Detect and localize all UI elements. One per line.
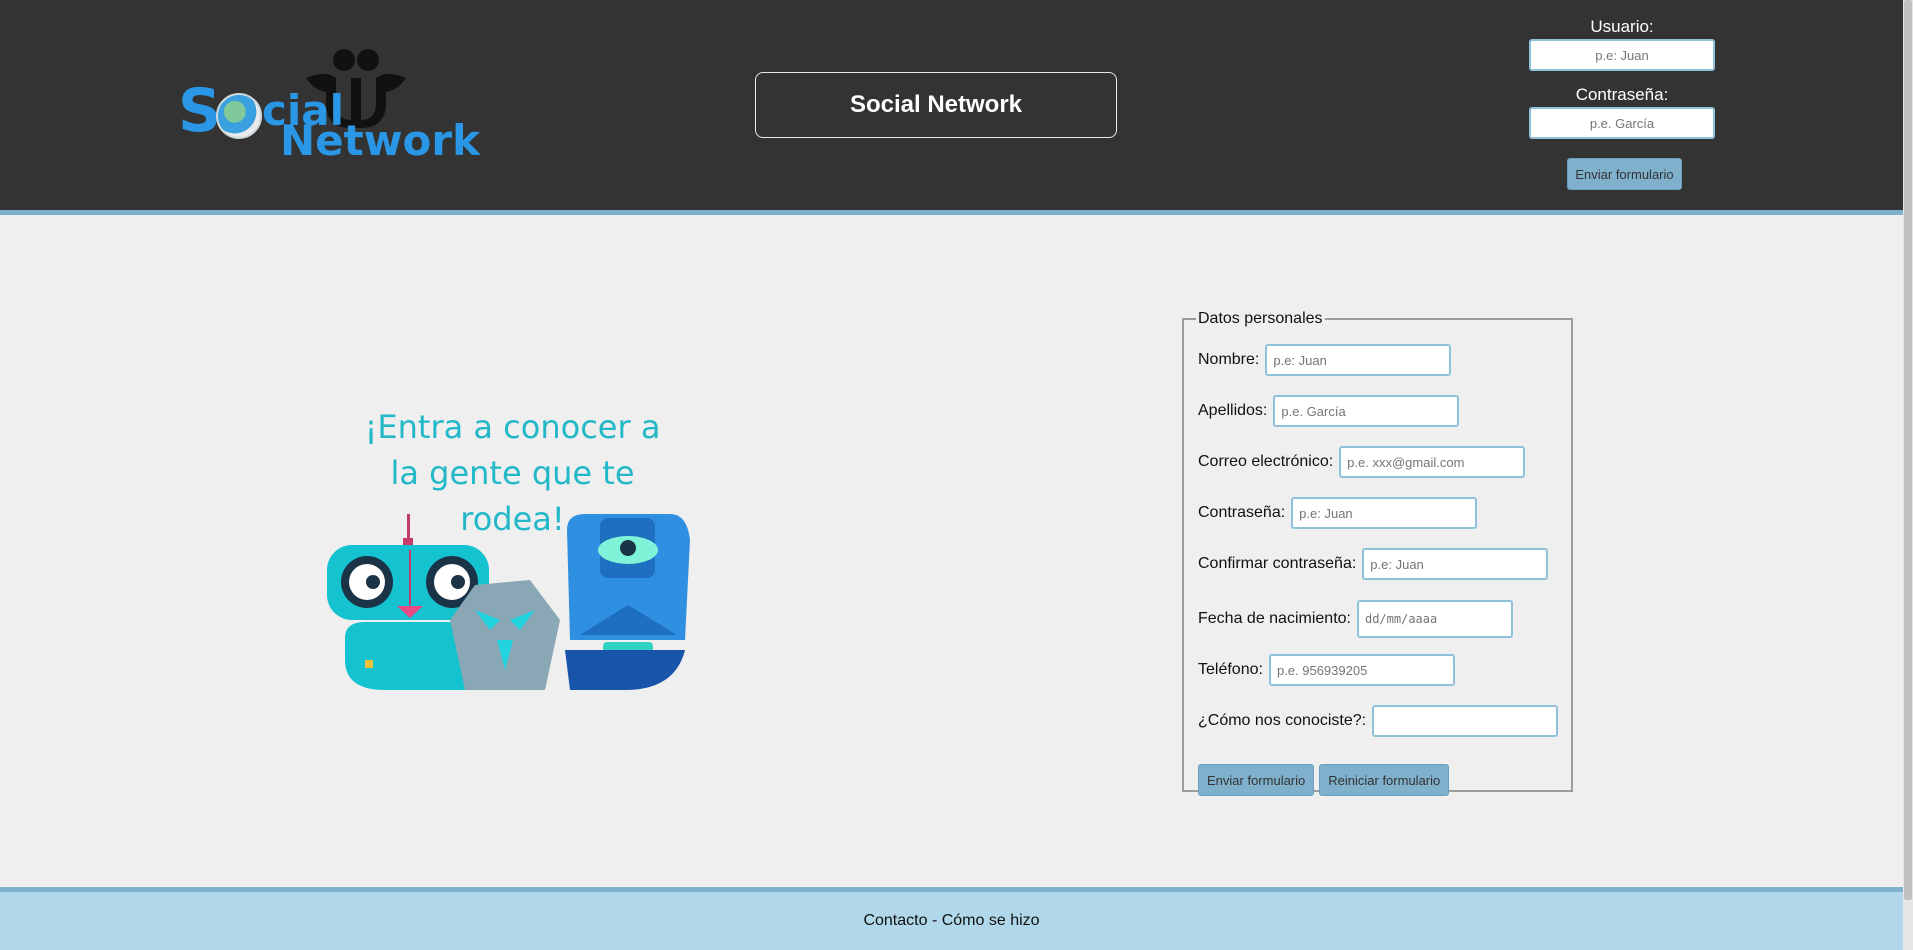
form-row-fecha: Fecha de nacimiento: [1198, 600, 1513, 638]
login-submit-button[interactable]: Enviar formulario [1567, 158, 1682, 190]
footer-contact-link[interactable]: Contacto [863, 912, 927, 930]
fecha-nacimiento-label: Fecha de nacimiento: [1198, 610, 1351, 627]
como-conociste-label: ¿Cómo nos conociste?: [1198, 712, 1367, 729]
footer-how-made-link[interactable]: Cómo se hizo [942, 912, 1040, 930]
form-reset-button[interactable]: Reiniciar formulario [1319, 764, 1450, 796]
logo-text-network: Network [280, 116, 481, 165]
registration-form: Datos personales Nombre: Apellidos: Corr… [1182, 310, 1573, 796]
logo-letter-s: S [178, 76, 221, 146]
apellidos-label: Apellidos: [1198, 402, 1268, 419]
user-label: Usuario: [1590, 17, 1654, 36]
form-buttons: Enviar formulario Reiniciar formulario [1198, 764, 1450, 796]
form-submit-button[interactable]: Enviar formulario [1198, 764, 1315, 796]
form-row-como-conociste: ¿Cómo nos conociste?: [1198, 705, 1559, 737]
header: S cial Network Social Network Usuario: C… [0, 0, 1903, 210]
nombre-label: Nombre: [1198, 351, 1260, 368]
form-row-confirmar: Confirmar contraseña: [1198, 548, 1549, 580]
footer: Contacto - Cómo se hizo [0, 892, 1903, 950]
form-row-correo: Correo electrónico: [1198, 446, 1526, 478]
site-title: Social Network [755, 72, 1117, 138]
user-input[interactable] [1529, 39, 1715, 71]
social-network-logo[interactable]: S cial Network [178, 48, 480, 165]
como-conociste-input[interactable] [1372, 705, 1559, 737]
fecha-nacimiento-input[interactable] [1356, 600, 1513, 638]
password-label: Contraseña: [1575, 85, 1669, 104]
password-input[interactable] [1529, 107, 1715, 139]
contrasena-input[interactable] [1291, 497, 1478, 529]
confirmar-contrasena-label: Confirmar contraseña: [1198, 555, 1357, 572]
hero-line-1: ¡Entra a conocer a [364, 408, 661, 446]
correo-input[interactable] [1339, 446, 1526, 478]
footer-separator: - [927, 912, 942, 929]
scrollbar-thumb[interactable] [1904, 0, 1912, 900]
nombre-input[interactable] [1265, 344, 1452, 376]
globe-icon [216, 93, 262, 139]
telefono-input[interactable] [1268, 654, 1455, 686]
correo-label: Correo electrónico: [1198, 453, 1334, 470]
form-legend: Datos personales [1198, 310, 1323, 327]
header-divider [0, 210, 1903, 215]
form-row-contrasena: Contraseña: [1198, 497, 1478, 529]
login-form: Usuario: Contraseña: [1528, 17, 1716, 139]
robots-illustration [327, 514, 690, 690]
form-row-nombre: Nombre: [1198, 344, 1452, 376]
form-row-telefono: Teléfono: [1198, 654, 1455, 686]
vertical-scrollbar[interactable] [1903, 0, 1913, 950]
apellidos-input[interactable] [1273, 395, 1460, 427]
form-row-apellidos: Apellidos: [1198, 395, 1460, 427]
confirmar-contrasena-input[interactable] [1362, 548, 1549, 580]
contrasena-label: Contraseña: [1198, 504, 1286, 521]
right-robot-icon [565, 514, 690, 690]
telefono-label: Teléfono: [1198, 661, 1263, 678]
